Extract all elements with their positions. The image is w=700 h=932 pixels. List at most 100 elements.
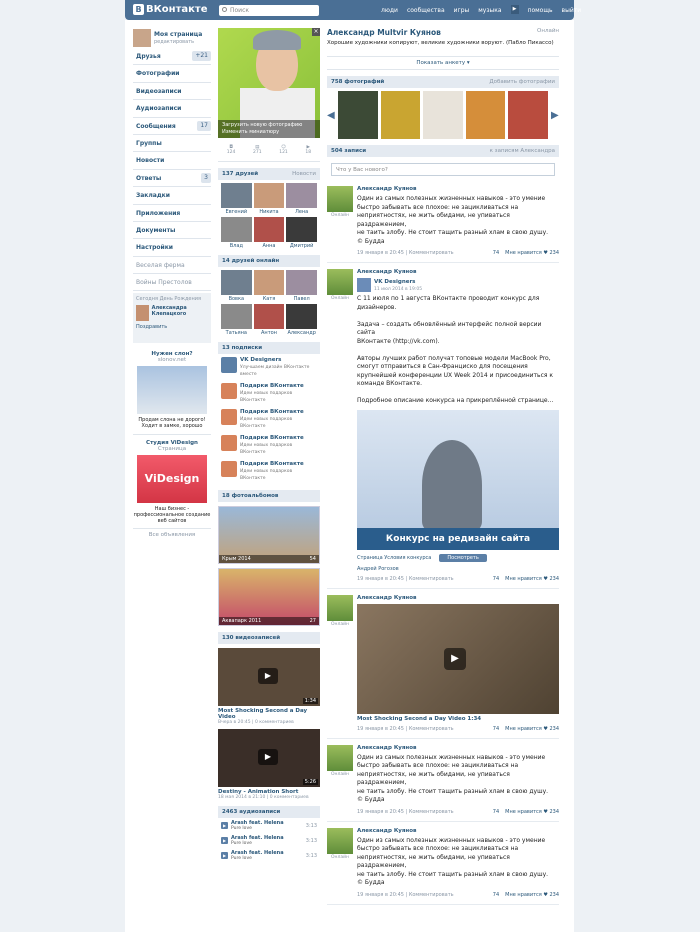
attached-page[interactable]: Страница Условия конкурса Посмотреть	[357, 553, 559, 562]
wall-header[interactable]: 504 записи к записям Александра	[327, 145, 559, 157]
friend-card[interactable]: Вовка	[221, 270, 252, 302]
friend-card[interactable]: Катя	[253, 270, 285, 302]
nav-communities[interactable]: сообщества	[407, 7, 445, 14]
nav-people[interactable]: люди	[381, 7, 398, 14]
audio-item[interactable]: ▶ Arash feat. Helena Pure love 3:13	[218, 818, 320, 833]
sidebar-item[interactable]: Настройки	[133, 239, 211, 257]
videos-header[interactable]: 130 видеозаписей	[218, 632, 320, 644]
video-thumb-2[interactable]: ▶ 5:26	[218, 729, 320, 787]
sidebar-item[interactable]: Видеозаписи	[133, 83, 211, 101]
post-avatar[interactable]: Онлайн	[327, 744, 353, 815]
sidebar-item[interactable]: Сообщения 17	[133, 118, 211, 135]
doc-count[interactable]: ▤ 271	[253, 145, 262, 155]
profile-photo[interactable]: × Загрузить новую фотографию Изменить мин…	[218, 28, 320, 138]
post-date[interactable]: 19 января в 20:45 | Комментировать	[357, 576, 454, 582]
subscription-item[interactable]: Подарки ВКонтакте Идеи новых подарков ВКо…	[218, 406, 320, 432]
video-count[interactable]: ▶ 18	[305, 145, 311, 155]
post-date[interactable]: 19 января в 20:45 | Комментировать	[357, 809, 454, 815]
post-avatar[interactable]: Онлайн	[327, 827, 353, 898]
friend-card[interactable]: Антон	[253, 304, 285, 336]
play-icon[interactable]: ▶	[221, 852, 228, 859]
post-video-title[interactable]: Most Shocking Second a Day Video 1:34	[357, 716, 559, 722]
upload-photo-link[interactable]: Загрузить новую фотографию	[222, 122, 316, 129]
subscription-item[interactable]: Подарки ВКонтакте Идеи новых подарков ВКо…	[218, 432, 320, 458]
albums-header[interactable]: 18 фотоальбомов	[218, 490, 320, 502]
friend-card[interactable]: Влад	[221, 217, 252, 249]
people-count[interactable]: ☺ 121	[279, 145, 288, 155]
sidebar-item[interactable]: Новости	[133, 152, 211, 170]
sidebar-item[interactable]: Аудиозаписи	[133, 100, 211, 118]
congratulate-link[interactable]: Поздравить	[136, 324, 208, 330]
sidebar-item[interactable]: Приложения	[133, 205, 211, 222]
like-button[interactable]: Мне нравится ♥ 234	[505, 892, 559, 898]
music-play-icon[interactable]: ▶	[510, 5, 519, 14]
subscription-item[interactable]: VK Designers Улучшаем дизайн ВКонтакте вм…	[218, 354, 320, 380]
like-button[interactable]: Мне нравится ♥ 234	[505, 809, 559, 815]
search-input[interactable]: Поиск	[219, 5, 319, 16]
share-count[interactable]: 74	[493, 726, 499, 732]
photo-count[interactable]: ◘ 124	[227, 145, 236, 155]
friend-card[interactable]: Лена	[286, 183, 317, 215]
sidebar-item[interactable]: Войны Престолов	[133, 274, 211, 292]
friend-card[interactable]: Дмитрий	[286, 217, 317, 249]
like-button[interactable]: Мне нравится ♥ 234	[505, 726, 559, 732]
sidebar-item[interactable]: Веселая ферма	[133, 257, 211, 275]
video-title[interactable]: Most Shocking Second a Day Video	[218, 708, 320, 720]
ad-elephant[interactable]: Нужен слон? slonov.net Продам слона не до…	[133, 351, 211, 538]
nav-help[interactable]: помощь	[528, 7, 553, 14]
play-icon[interactable]: ▶	[444, 647, 466, 670]
chevron-left-icon[interactable]: ◀	[327, 110, 335, 121]
post-avatar[interactable]: Онлайн	[327, 269, 353, 582]
all-ads-link[interactable]: Все объявления	[133, 528, 211, 538]
strip-photo[interactable]	[338, 91, 378, 139]
nav-games[interactable]: игры	[454, 7, 470, 14]
subscription-item[interactable]: Подарки ВКонтакте Идеи новых подарков ВКо…	[218, 380, 320, 406]
subscription-item[interactable]: Подарки ВКонтакте Идеи новых подарков ВКо…	[218, 458, 320, 484]
share-count[interactable]: 74	[493, 809, 499, 815]
share-count[interactable]: 74	[493, 576, 499, 582]
play-icon[interactable]: ▶	[221, 837, 228, 844]
post-video[interactable]: ▶	[357, 603, 559, 714]
share-count[interactable]: 74	[493, 250, 499, 256]
strip-photo[interactable]	[508, 91, 548, 139]
wall-post-input[interactable]: Что у Вас нового?	[331, 163, 555, 176]
post-author[interactable]: Александр Куянов	[357, 595, 559, 601]
album-crimea[interactable]: Крым 2014 54	[218, 506, 320, 564]
contest-banner[interactable]: Конкурс на редизайн сайта	[357, 409, 559, 550]
sidebar-item[interactable]: Фотографии	[133, 65, 211, 83]
friend-card[interactable]: Анна	[253, 217, 285, 249]
my-page-link[interactable]: Моя страница редактировать	[133, 28, 211, 48]
close-icon[interactable]: ×	[312, 28, 320, 36]
audio-item[interactable]: ▶ Arash feat. Helena Pure love 3:13	[218, 848, 320, 863]
post-date[interactable]: 19 января в 20:45 | Комментировать	[357, 892, 454, 898]
view-button[interactable]: Посмотреть	[439, 553, 487, 562]
like-button[interactable]: Мне нравится ♥ 234	[505, 576, 559, 582]
sidebar-item[interactable]: Документы	[133, 222, 211, 240]
post-avatar[interactable]: Онлайн	[327, 186, 353, 256]
online-header[interactable]: 14 друзей онлайн	[218, 255, 320, 267]
signer[interactable]: Андрей Рогозов	[357, 566, 559, 572]
play-icon[interactable]: ▶	[221, 822, 228, 829]
nav-music[interactable]: музыка	[478, 7, 501, 14]
post-date[interactable]: 19 января в 20:45 | Комментировать	[357, 250, 454, 256]
video-thumb-1[interactable]: ▶ 1:34	[218, 648, 320, 706]
share-count[interactable]: 74	[493, 892, 499, 898]
post-author[interactable]: Александр Куянов	[357, 186, 559, 192]
sidebar-item[interactable]: Друзья +21	[133, 48, 211, 66]
friend-card[interactable]: Татьяна	[221, 304, 252, 336]
status-text[interactable]: Хорошие художники копируют, великие худо…	[327, 40, 559, 46]
friend-card[interactable]: Александр	[286, 304, 317, 336]
post-author[interactable]: Александр Куянов	[357, 828, 559, 834]
nav-logout[interactable]: выйти	[562, 7, 582, 14]
show-profile-link[interactable]: Показать анкету ▾	[327, 56, 559, 70]
post-author[interactable]: Александр Куянов	[357, 745, 559, 751]
strip-photo[interactable]	[380, 91, 421, 139]
repost-header[interactable]: VK Designers 11 июл 2014 в 19:05	[357, 278, 559, 292]
change-thumb-link[interactable]: Изменить миниатюру	[222, 129, 316, 136]
friend-card[interactable]: Павел	[286, 270, 317, 302]
sidebar-item[interactable]: Закладки	[133, 187, 211, 205]
subs-header[interactable]: 13 подписки	[218, 342, 320, 354]
audio-item[interactable]: ▶ Arash feat. Helena Pure love 3:13	[218, 833, 320, 848]
chevron-right-icon[interactable]: ▶	[551, 110, 559, 121]
photos-header[interactable]: 758 фотографий Добавить фотографии	[327, 76, 559, 88]
